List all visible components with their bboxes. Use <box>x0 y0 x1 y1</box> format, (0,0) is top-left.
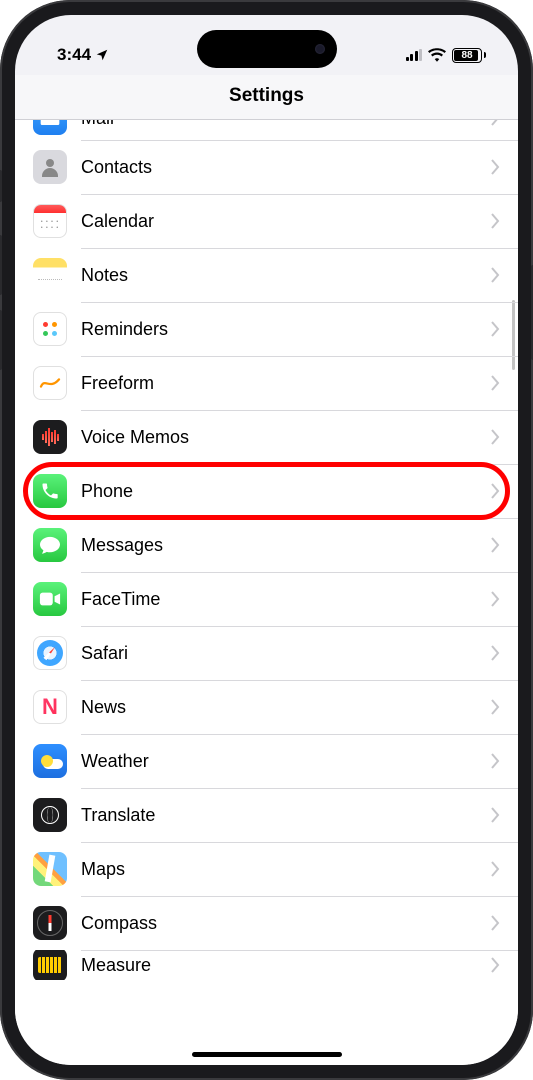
screen: 3:44 88 <box>15 15 518 1065</box>
chevron-right-icon <box>491 591 500 607</box>
chevron-right-icon <box>491 645 500 661</box>
row-label: Contacts <box>81 157 491 178</box>
chevron-right-icon <box>491 753 500 769</box>
settings-row-contacts[interactable]: Contacts <box>15 140 518 194</box>
page-title: Settings <box>15 75 518 120</box>
battery-icon: 88 <box>452 48 486 63</box>
row-label: Reminders <box>81 319 491 340</box>
status-time: 3:44 <box>57 45 91 65</box>
settings-row-voicememos[interactable]: Voice Memos <box>15 410 518 464</box>
settings-row-weather[interactable]: Weather <box>15 734 518 788</box>
chevron-right-icon <box>491 915 500 931</box>
settings-row-facetime[interactable]: FaceTime <box>15 572 518 626</box>
weather-icon <box>33 744 67 778</box>
row-label: FaceTime <box>81 589 491 610</box>
settings-row-reminders[interactable]: Reminders <box>15 302 518 356</box>
news-icon: N <box>33 690 67 724</box>
row-label: Compass <box>81 913 491 934</box>
settings-list[interactable]: Mail Contacts • • • •• • • • <box>15 120 518 1065</box>
row-label: Messages <box>81 535 491 556</box>
messages-icon <box>33 528 67 562</box>
chevron-right-icon <box>491 537 500 553</box>
chevron-right-icon <box>491 213 500 229</box>
measure-icon <box>33 950 67 980</box>
wifi-icon <box>428 48 446 62</box>
chevron-right-icon <box>491 267 500 283</box>
calendar-icon: • • • •• • • • <box>33 204 67 238</box>
facetime-icon <box>33 582 67 616</box>
battery-percent: 88 <box>461 50 472 61</box>
settings-row-translate[interactable]: Translate <box>15 788 518 842</box>
chevron-right-icon <box>491 120 500 126</box>
settings-row-notes[interactable]: Notes <box>15 248 518 302</box>
mute-switch[interactable] <box>0 170 2 202</box>
compass-icon <box>33 906 67 940</box>
row-label: Safari <box>81 643 491 664</box>
row-label: Notes <box>81 265 491 286</box>
row-label: Freeform <box>81 373 491 394</box>
mail-icon <box>33 120 67 135</box>
chevron-right-icon <box>491 159 500 175</box>
chevron-right-icon <box>491 429 500 445</box>
settings-row-safari[interactable]: Safari <box>15 626 518 680</box>
row-label: Measure <box>81 955 491 976</box>
row-label: Translate <box>81 805 491 826</box>
row-label: Phone <box>81 481 491 502</box>
cellular-signal-icon <box>406 49 423 61</box>
home-indicator[interactable] <box>192 1052 342 1057</box>
row-label: Calendar <box>81 211 491 232</box>
row-label: News <box>81 697 491 718</box>
chevron-right-icon <box>491 321 500 337</box>
voicememos-icon <box>33 420 67 454</box>
chevron-right-icon <box>491 699 500 715</box>
volume-down-button[interactable] <box>0 310 2 370</box>
settings-row-compass[interactable]: Compass <box>15 896 518 950</box>
chevron-right-icon <box>491 957 500 973</box>
safari-icon <box>33 636 67 670</box>
dynamic-island <box>197 30 337 68</box>
chevron-right-icon <box>491 807 500 823</box>
phone-frame: 3:44 88 <box>0 0 533 1080</box>
maps-icon <box>33 852 67 886</box>
phone-icon <box>33 474 67 508</box>
chevron-right-icon <box>491 483 500 499</box>
row-label: Maps <box>81 859 491 880</box>
settings-row-maps[interactable]: Maps <box>15 842 518 896</box>
row-label: Mail <box>81 120 491 129</box>
chevron-right-icon <box>491 375 500 391</box>
volume-up-button[interactable] <box>0 235 2 295</box>
settings-row-mail[interactable]: Mail <box>15 120 518 140</box>
notes-icon <box>33 258 67 292</box>
settings-row-freeform[interactable]: Freeform <box>15 356 518 410</box>
contacts-icon <box>33 150 67 184</box>
settings-row-phone[interactable]: Phone <box>15 464 518 518</box>
settings-row-measure[interactable]: Measure <box>15 950 518 980</box>
front-camera <box>315 44 325 54</box>
settings-row-calendar[interactable]: • • • •• • • • Calendar <box>15 194 518 248</box>
settings-row-messages[interactable]: Messages <box>15 518 518 572</box>
translate-icon <box>33 798 67 832</box>
location-icon <box>95 48 109 62</box>
chevron-right-icon <box>491 861 500 877</box>
row-label: Weather <box>81 751 491 772</box>
freeform-icon <box>33 366 67 400</box>
reminders-icon <box>33 312 67 346</box>
settings-row-news[interactable]: N News <box>15 680 518 734</box>
row-label: Voice Memos <box>81 427 491 448</box>
